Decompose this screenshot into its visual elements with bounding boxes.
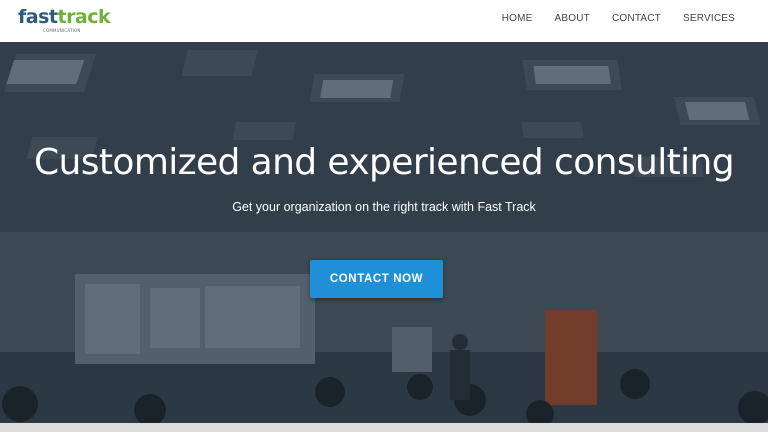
logo-word-track: track	[57, 6, 111, 28]
nav-item-contact[interactable]: CONTACT	[612, 13, 661, 24]
contact-now-button[interactable]: CONTACT NOW	[310, 260, 443, 298]
hero-subline: Get your organization on the right track…	[232, 200, 536, 214]
hero-banner: Customized and experienced consulting Ge…	[0, 42, 768, 423]
nav-item-home[interactable]: HOME	[502, 13, 533, 24]
fasttrack-logo[interactable]: fasttrack COMMUNICATION	[18, 6, 111, 36]
logo-word-fast: fast	[18, 6, 58, 28]
nav-item-about[interactable]: ABOUT	[555, 13, 590, 24]
site-header: fasttrack COMMUNICATION HOME ABOUT CONTA…	[0, 0, 768, 42]
main-nav: HOME ABOUT CONTACT SERVICES	[480, 13, 735, 24]
hero-headline: Customized and experienced consulting	[33, 142, 735, 183]
nav-item-services[interactable]: SERVICES	[683, 13, 735, 24]
logo-tagline: COMMUNICATION	[43, 28, 81, 33]
bottom-strip	[0, 423, 768, 432]
